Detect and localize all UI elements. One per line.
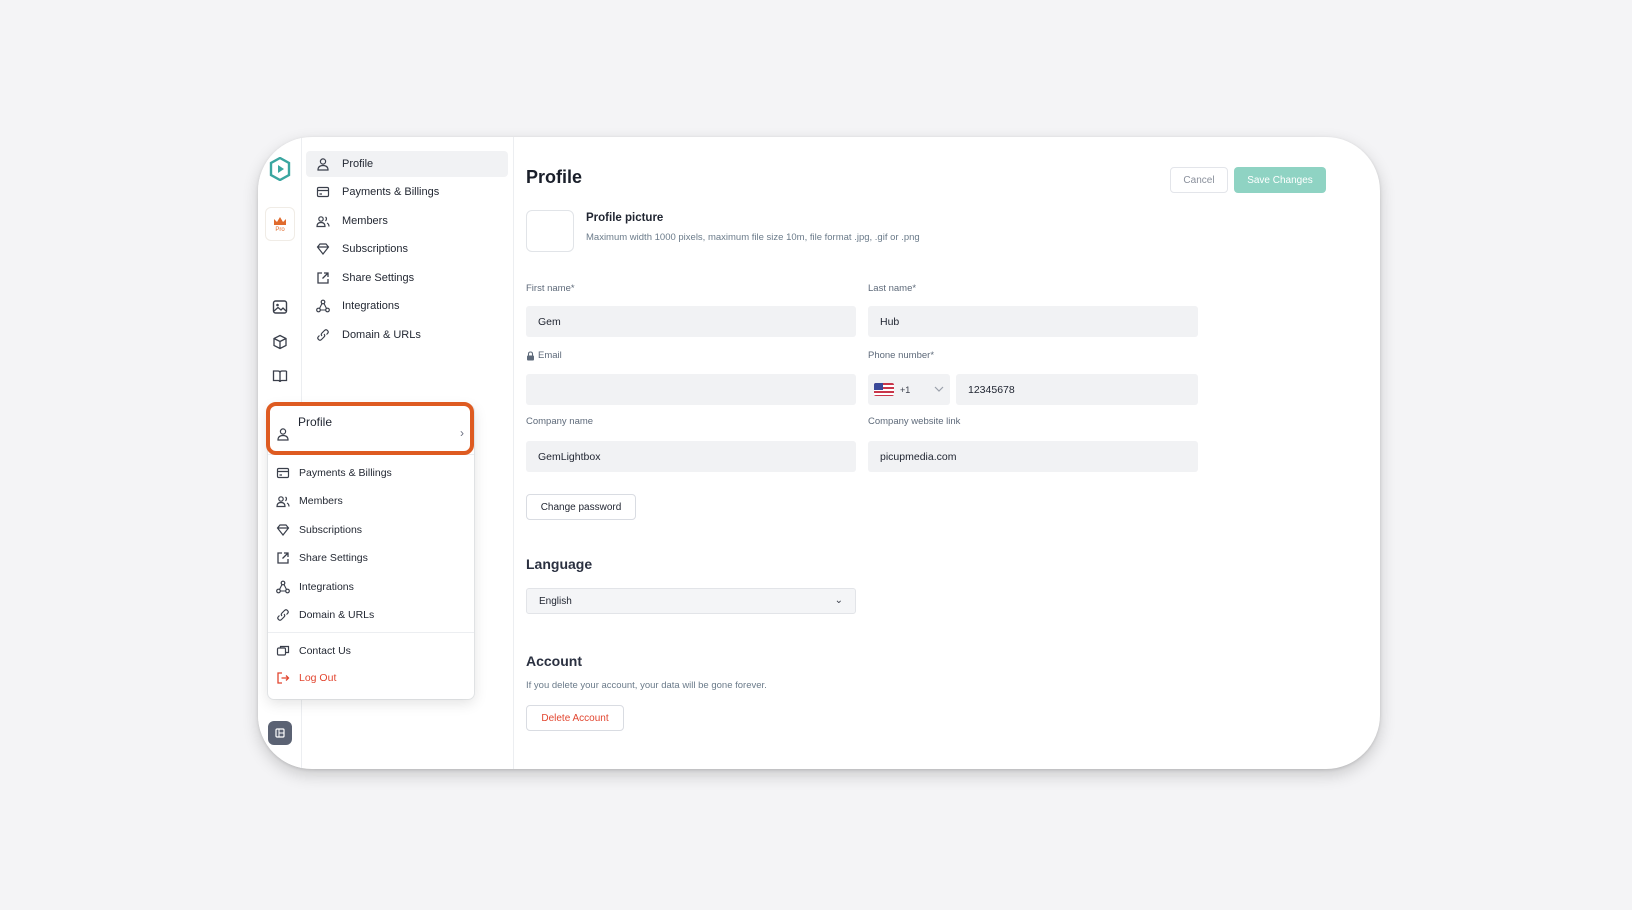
sidebar-item-share-settings[interactable]: Share Settings <box>306 265 508 291</box>
company-name-label: Company name <box>526 416 594 427</box>
email-label-row: Email <box>526 350 562 361</box>
first-name-label: First name* <box>526 283 575 294</box>
divider <box>268 632 474 633</box>
profile-picture-hint: Maximum width 1000 pixels, maximum file … <box>586 232 920 243</box>
save-changes-button[interactable]: Save Changes <box>1234 167 1326 193</box>
dropdown-item-label: Contact Us <box>299 645 351 657</box>
profile-picture-upload[interactable] <box>526 210 574 252</box>
first-name-field[interactable]: Gem <box>526 306 856 337</box>
profile-content: Profile Cancel Save Changes Profile pict… <box>514 149 1380 731</box>
sidebar-item-label: Members <box>342 215 388 227</box>
dropdown-item-members[interactable]: Members <box>268 489 474 513</box>
delete-account-button[interactable]: Delete Account <box>526 705 624 731</box>
change-password-button[interactable]: Change password <box>526 494 636 520</box>
language-value: English <box>539 595 572 607</box>
book-icon[interactable] <box>266 362 294 390</box>
profile-picture-title: Profile picture <box>586 212 664 224</box>
language-section-title: Language <box>526 556 593 572</box>
account-warning: If you delete your account, your data wi… <box>526 680 767 691</box>
dropdown-item-label: Members <box>299 495 343 507</box>
highlight-box <box>266 402 474 455</box>
account-section-title: Account <box>526 653 582 669</box>
email-field[interactable] <box>526 374 856 405</box>
card-icon <box>316 185 330 199</box>
chevron-down-icon <box>934 386 944 392</box>
lock-icon <box>527 350 534 360</box>
dropdown-item-contact[interactable]: Contact Us <box>268 639 474 663</box>
pro-label: Pro <box>275 226 285 233</box>
sidebar-item-subscriptions[interactable]: Subscriptions <box>306 236 508 262</box>
dropdown-item-logout[interactable]: Log Out <box>268 666 474 690</box>
phone-label: Phone number* <box>868 350 935 361</box>
diamond-icon <box>276 523 290 537</box>
integrations-icon <box>276 580 290 594</box>
share-icon <box>316 271 330 285</box>
us-flag-icon <box>874 383 894 396</box>
dropdown-item-domain[interactable]: Domain & URLs <box>268 603 474 627</box>
dropdown-item-subscriptions[interactable]: Subscriptions <box>268 518 474 542</box>
last-name-label: Last name* <box>868 283 917 294</box>
company-website-label: Company website link <box>868 416 961 427</box>
app-window: Pro Profile Payments & Billings Members <box>258 137 1380 769</box>
dropdown-item-label: Integrations <box>299 581 354 593</box>
logout-icon <box>276 671 290 685</box>
image-icon[interactable] <box>266 293 294 321</box>
dropdown-item-share-settings[interactable]: Share Settings <box>268 546 474 570</box>
sidebar-item-label: Domain & URLs <box>342 329 421 341</box>
dropdown-item-integrations[interactable]: Integrations <box>268 575 474 599</box>
sidebar-item-domain[interactable]: Domain & URLs <box>306 322 508 348</box>
building-icon[interactable] <box>268 721 292 745</box>
diamond-icon <box>316 242 330 256</box>
chat-icon <box>276 644 290 658</box>
cancel-button[interactable]: Cancel <box>1170 167 1228 193</box>
country-code-value: +1 <box>900 384 911 395</box>
page-title: Profile <box>526 167 583 187</box>
company-website-field[interactable]: picupmedia.com <box>868 441 1198 472</box>
dropdown-item-label: Log Out <box>299 672 337 684</box>
chevron-down-icon: ⌄ <box>834 595 843 606</box>
sidebar-item-label: Payments & Billings <box>342 186 440 198</box>
dropdown-item-payments[interactable]: Payments & Billings <box>268 461 474 485</box>
sidebar-item-label: Share Settings <box>342 272 415 284</box>
dropdown-item-label: Share Settings <box>299 552 368 564</box>
sidebar-item-label: Integrations <box>342 300 400 312</box>
card-icon <box>276 466 290 480</box>
users-icon <box>316 214 330 228</box>
company-name-field[interactable]: GemLightbox <box>526 441 856 472</box>
logo-icon[interactable] <box>266 155 294 183</box>
sidebar-item-label: Subscriptions <box>342 243 409 255</box>
country-code-select[interactable]: +1 <box>868 374 950 405</box>
sidebar-item-integrations[interactable]: Integrations <box>306 293 508 319</box>
sidebar-item-profile[interactable]: Profile <box>306 151 508 177</box>
email-label: Email <box>538 350 562 361</box>
link-icon <box>276 608 290 622</box>
user-icon <box>316 157 330 171</box>
sidebar-item-payments[interactable]: Payments & Billings <box>306 179 508 205</box>
phone-number-field[interactable]: 12345678 <box>956 374 1198 405</box>
language-select[interactable]: English ⌄ <box>526 588 856 614</box>
dropdown-item-label: Payments & Billings <box>299 467 392 479</box>
link-icon <box>316 328 330 342</box>
dropdown-item-label: Domain & URLs <box>299 609 375 621</box>
share-icon <box>276 551 290 565</box>
sidebar-item-members[interactable]: Members <box>306 208 508 234</box>
box-icon[interactable] <box>266 328 294 356</box>
sidebar-item-label: Profile <box>342 158 374 170</box>
last-name-field[interactable]: Hub <box>868 306 1198 337</box>
integrations-icon <box>316 299 330 313</box>
users-icon <box>276 494 290 508</box>
crown-icon <box>274 216 286 225</box>
dropdown-item-label: Subscriptions <box>299 524 363 536</box>
pro-badge[interactable]: Pro <box>265 207 295 241</box>
